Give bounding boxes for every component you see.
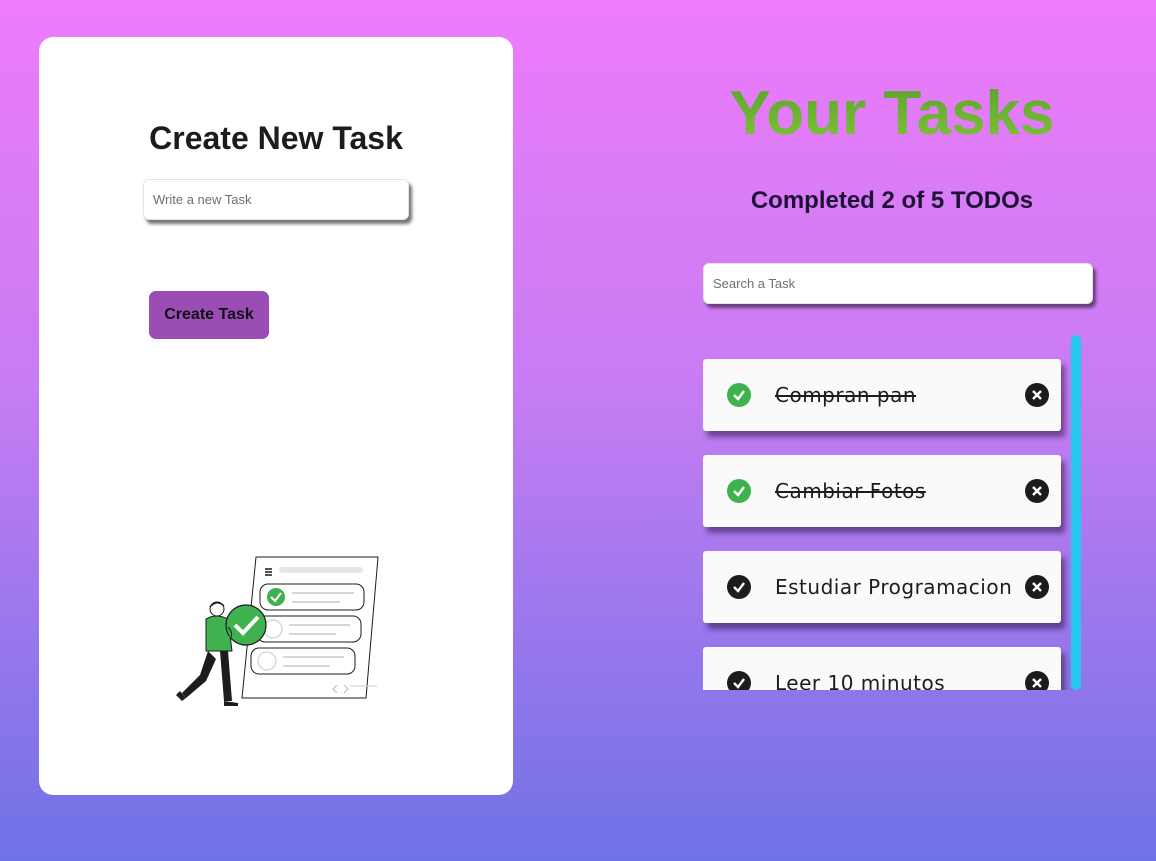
check-circle-icon[interactable]: [727, 383, 751, 407]
new-task-input[interactable]: [143, 179, 409, 220]
your-tasks-title: Your Tasks: [680, 78, 1104, 149]
create-task-title: Create New Task: [149, 120, 403, 156]
counter-suffix: TODOs: [950, 187, 1034, 214]
check-circle-icon[interactable]: [727, 575, 751, 599]
todo-list: Compran pan Cambiar Fotos Estudiar Progr…: [703, 359, 1061, 690]
counter-of: of: [901, 187, 925, 214]
check-circle-icon[interactable]: [727, 671, 751, 690]
x-circle-icon[interactable]: [1025, 479, 1049, 503]
x-circle-icon[interactable]: [1025, 383, 1049, 407]
todo-list-scrollbar[interactable]: [1071, 335, 1081, 690]
todo-item: Cambiar Fotos: [703, 455, 1061, 527]
todo-item: Estudiar Programacion: [703, 551, 1061, 623]
search-task-input[interactable]: [703, 263, 1093, 304]
todo-item: Leer 10 minutos: [703, 647, 1061, 690]
todo-counter: Completed 2 of 5 TODOs: [680, 187, 1104, 215]
x-circle-icon[interactable]: [1025, 671, 1049, 690]
total-count: 5: [930, 187, 945, 214]
todo-item: Compran pan: [703, 359, 1061, 431]
x-circle-icon[interactable]: [1025, 575, 1049, 599]
todo-text: Compran pan: [775, 383, 917, 407]
counter-prefix: Completed: [750, 187, 875, 214]
create-task-button[interactable]: Create Task: [149, 291, 269, 339]
check-circle-icon[interactable]: [727, 479, 751, 503]
todo-text: Cambiar Fotos: [775, 479, 926, 503]
create-task-card: Create New Task Create Task: [39, 37, 513, 795]
todo-text: Leer 10 minutos: [775, 671, 946, 690]
todo-list-viewport: Compran pan Cambiar Fotos Estudiar Progr…: [703, 335, 1081, 690]
completed-count: 2: [881, 187, 895, 214]
todo-text: Estudiar Programacion: [775, 575, 1013, 599]
person-checklist-illustration: [176, 556, 379, 706]
